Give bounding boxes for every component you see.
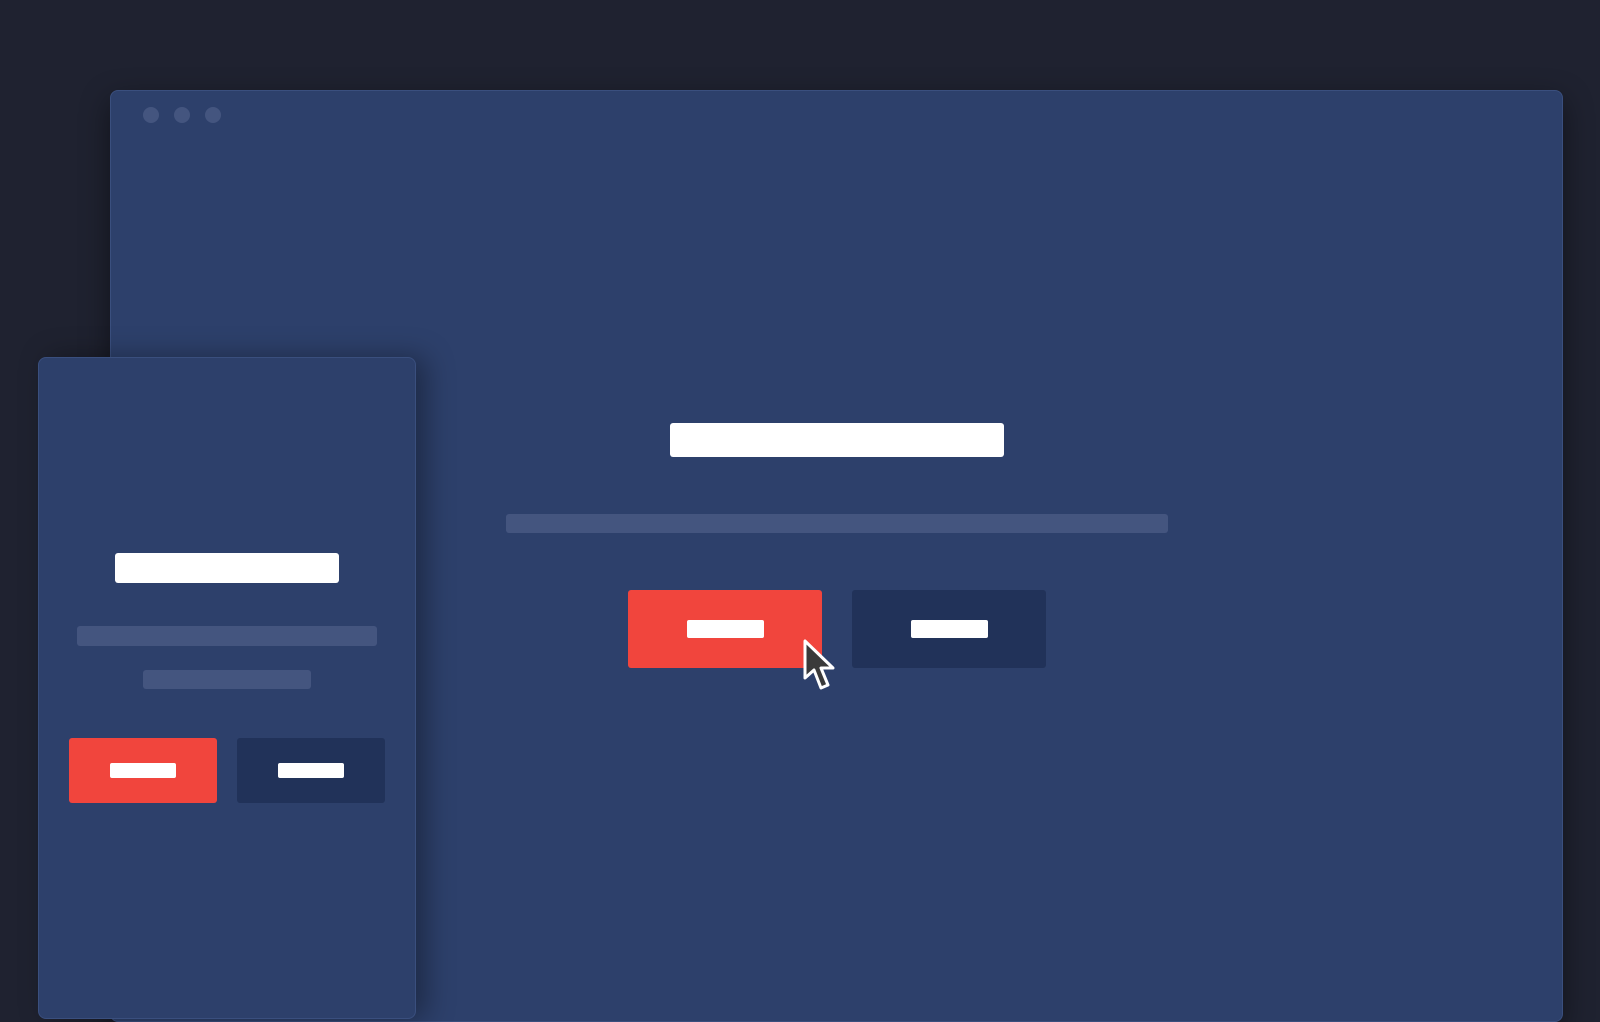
main-primary-button[interactable] — [628, 590, 822, 668]
side-secondary-button-label-placeholder — [278, 763, 344, 778]
side-panel-window — [38, 357, 416, 1019]
window-maximize-dot[interactable] — [205, 107, 221, 123]
side-subtitle-placeholder-2 — [143, 670, 311, 689]
window-minimize-dot[interactable] — [174, 107, 190, 123]
side-subtitle-placeholder-1 — [77, 626, 377, 646]
side-primary-button-label-placeholder — [110, 763, 176, 778]
side-secondary-button[interactable] — [237, 738, 385, 803]
side-primary-button[interactable] — [69, 738, 217, 803]
main-secondary-button[interactable] — [852, 590, 1046, 668]
window-controls — [143, 107, 221, 123]
main-title-placeholder — [670, 423, 1004, 457]
side-title-placeholder — [115, 553, 339, 583]
main-primary-button-label-placeholder — [686, 620, 764, 638]
main-subtitle-placeholder — [506, 514, 1168, 533]
window-close-dot[interactable] — [143, 107, 159, 123]
main-secondary-button-label-placeholder — [910, 620, 988, 638]
